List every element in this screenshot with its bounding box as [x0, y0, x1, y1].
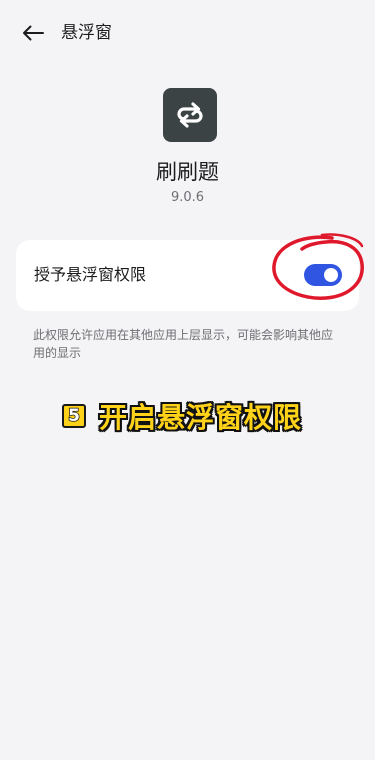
arrow-left-icon — [23, 25, 44, 41]
overlay-permission-toggle[interactable] — [304, 264, 342, 286]
step-instruction: 开启悬浮窗权限 — [99, 401, 303, 434]
step-number-badge: 5 — [62, 404, 86, 428]
permission-label: 授予悬浮窗权限 — [34, 265, 147, 284]
permission-card: 授予悬浮窗权限 — [16, 240, 359, 311]
app-name: 刷刷题 — [156, 160, 219, 184]
back-button[interactable] — [18, 20, 48, 46]
page-title: 悬浮窗 — [61, 23, 112, 43]
permission-description: 此权限允许应用在其他应用上层显示，可能会影响其他应用的显示 — [33, 328, 334, 360]
app-icon — [163, 88, 217, 142]
swap-arrows-icon — [177, 102, 203, 128]
top-bar: 悬浮窗 — [0, 0, 375, 66]
toggle-knob — [324, 268, 338, 282]
app-version: 9.0.6 — [170, 190, 205, 205]
step-annotation: 5 开启悬浮窗权限 — [62, 398, 302, 434]
